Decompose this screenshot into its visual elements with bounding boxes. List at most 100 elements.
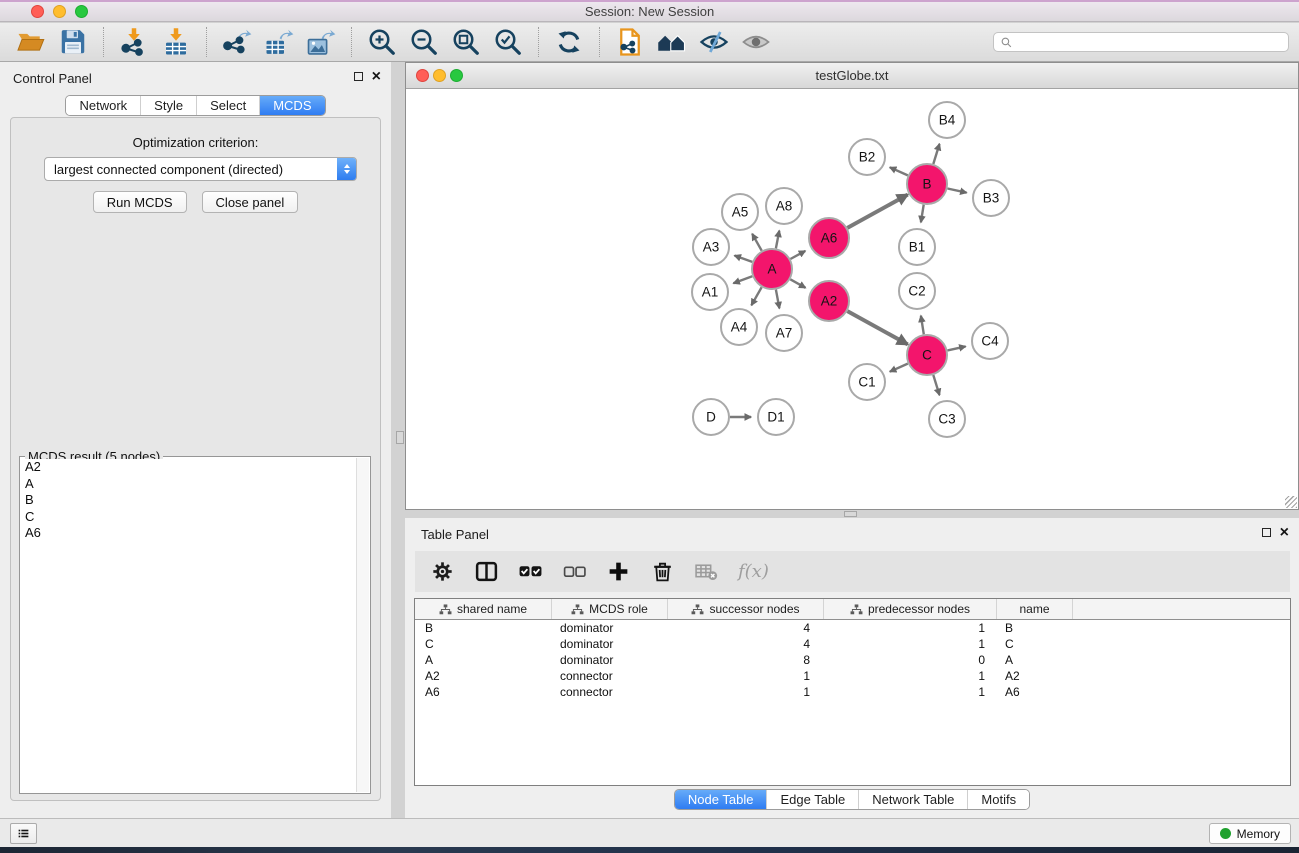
export-table-button[interactable] — [260, 25, 298, 59]
mcds-result-item[interactable]: B — [21, 492, 355, 509]
window-resize-handle[interactable] — [1285, 496, 1297, 508]
refresh-view-button[interactable] — [550, 25, 588, 59]
mcds-result-item[interactable]: A2 — [21, 459, 355, 476]
edge-C-C4[interactable] — [948, 346, 966, 350]
node-C4[interactable]: C4 — [972, 323, 1008, 359]
close-table-panel-icon[interactable]: × — [1280, 527, 1289, 538]
node-C[interactable]: C — [907, 335, 947, 375]
edge-A-A6[interactable] — [790, 251, 805, 259]
select-all-rows-button[interactable] — [515, 559, 546, 584]
edge-A2-C[interactable] — [847, 311, 907, 344]
column-header-predecessor-nodes[interactable]: predecessor nodes — [824, 599, 997, 619]
function-builder-button[interactable]: f(x) — [735, 561, 772, 582]
tab-node-table[interactable]: Node Table — [675, 790, 767, 809]
horizontal-splitter-handle[interactable] — [844, 511, 857, 517]
edge-B-B4[interactable] — [933, 144, 939, 164]
zoom-fit-button[interactable] — [447, 25, 485, 59]
open-browser-button[interactable] — [653, 25, 691, 59]
column-header-shared-name[interactable]: shared name — [415, 599, 552, 619]
close-panel-button[interactable]: Close panel — [202, 191, 299, 213]
save-session-button[interactable] — [54, 25, 92, 59]
node-C3[interactable]: C3 — [929, 401, 965, 437]
zoom-in-button[interactable] — [363, 25, 401, 59]
table-row[interactable]: Bdominator41B — [415, 620, 1290, 636]
node-B3[interactable]: B3 — [973, 180, 1009, 216]
edge-A-A1[interactable] — [733, 276, 752, 283]
node-D1[interactable]: D1 — [758, 399, 794, 435]
edge-A-A8[interactable] — [776, 231, 779, 249]
column-header-mcds-role[interactable]: MCDS role — [552, 599, 668, 619]
zoom-selected-button[interactable] — [489, 25, 527, 59]
close-panel-icon[interactable]: × — [372, 71, 381, 82]
search-box[interactable] — [993, 32, 1289, 52]
float-table-panel-icon[interactable] — [1262, 528, 1271, 537]
node-A8[interactable]: A8 — [766, 188, 802, 224]
edge-A-A5[interactable] — [752, 234, 762, 251]
node-A3[interactable]: A3 — [693, 229, 729, 265]
float-panel-icon[interactable] — [354, 72, 363, 81]
node-A1[interactable]: A1 — [692, 274, 728, 310]
tab-motifs[interactable]: Motifs — [967, 790, 1029, 809]
tab-edge-table[interactable]: Edge Table — [766, 790, 858, 809]
edge-C-C2[interactable] — [921, 316, 924, 335]
show-graphics-details-button[interactable] — [737, 25, 775, 59]
edge-C-C3[interactable] — [933, 375, 939, 395]
node-B4[interactable]: B4 — [929, 102, 965, 138]
export-network-button[interactable] — [218, 25, 256, 59]
node-A6[interactable]: A6 — [809, 218, 849, 258]
edge-A-A2[interactable] — [790, 279, 805, 288]
column-header-successor-nodes[interactable]: successor nodes — [668, 599, 824, 619]
node-D[interactable]: D — [693, 399, 729, 435]
column-header-name[interactable]: name — [997, 599, 1073, 619]
node-A7[interactable]: A7 — [766, 315, 802, 351]
tab-network[interactable]: Network — [66, 96, 140, 115]
run-mcds-button[interactable]: Run MCDS — [93, 191, 187, 213]
node-A5[interactable]: A5 — [722, 194, 758, 230]
open-session-button[interactable] — [12, 25, 50, 59]
mcds-result-scrollbar[interactable] — [356, 458, 369, 792]
deselect-all-rows-button[interactable] — [559, 559, 590, 584]
memory-button[interactable]: Memory — [1209, 823, 1291, 844]
tab-style[interactable]: Style — [140, 96, 196, 115]
optimization-criterion-select[interactable]: largest connected component (directed) — [44, 157, 357, 181]
edge-A-A7[interactable] — [776, 290, 780, 309]
create-column-button[interactable] — [603, 559, 634, 584]
task-history-button[interactable] — [10, 823, 37, 844]
edge-A-A4[interactable] — [751, 287, 761, 305]
table-row[interactable]: A2connector11A2 — [415, 668, 1290, 684]
node-A[interactable]: A — [752, 249, 792, 289]
node-B1[interactable]: B1 — [899, 229, 935, 265]
delete-columns-button[interactable] — [647, 559, 678, 584]
node-C2[interactable]: C2 — [899, 273, 935, 309]
table-row[interactable]: Cdominator41C — [415, 636, 1290, 652]
vertical-splitter-handle[interactable] — [396, 431, 404, 444]
network-window-titlebar[interactable]: testGlobe.txt — [406, 63, 1298, 89]
edge-B-B1[interactable] — [921, 205, 924, 223]
edge-A-A3[interactable] — [735, 256, 753, 262]
node-A4[interactable]: A4 — [721, 309, 757, 345]
tab-mcds[interactable]: MCDS — [259, 96, 324, 115]
table-row[interactable]: Adominator80A — [415, 652, 1290, 668]
node-B2[interactable]: B2 — [849, 139, 885, 175]
mcds-result-item[interactable]: C — [21, 509, 355, 526]
import-table-button[interactable] — [157, 25, 195, 59]
mcds-result-item[interactable]: A6 — [21, 525, 355, 542]
search-input[interactable] — [1013, 34, 1282, 50]
node-A2[interactable]: A2 — [809, 281, 849, 321]
export-image-button[interactable] — [302, 25, 340, 59]
edge-C-C1[interactable] — [890, 364, 908, 372]
show-column-button[interactable] — [471, 559, 502, 584]
edge-B-B3[interactable] — [948, 189, 967, 193]
zoom-out-button[interactable] — [405, 25, 443, 59]
edge-A6-B[interactable] — [847, 195, 907, 228]
import-network-button[interactable] — [115, 25, 153, 59]
table-row[interactable]: A6connector11A6 — [415, 684, 1290, 700]
hide-graphics-details-button[interactable] — [695, 25, 733, 59]
delete-table-button[interactable] — [691, 559, 722, 584]
mcds-result-list[interactable]: A2ABCA6 — [21, 459, 355, 792]
node-B[interactable]: B — [907, 164, 947, 204]
edge-B-B2[interactable] — [890, 167, 908, 175]
network-canvas[interactable]: B4B2BB3A8A5A6A3B1AC2A1A2A4A7C4CC1DD1C3 — [406, 89, 1298, 509]
network-from-file-button[interactable] — [611, 25, 649, 59]
tab-select[interactable]: Select — [196, 96, 259, 115]
